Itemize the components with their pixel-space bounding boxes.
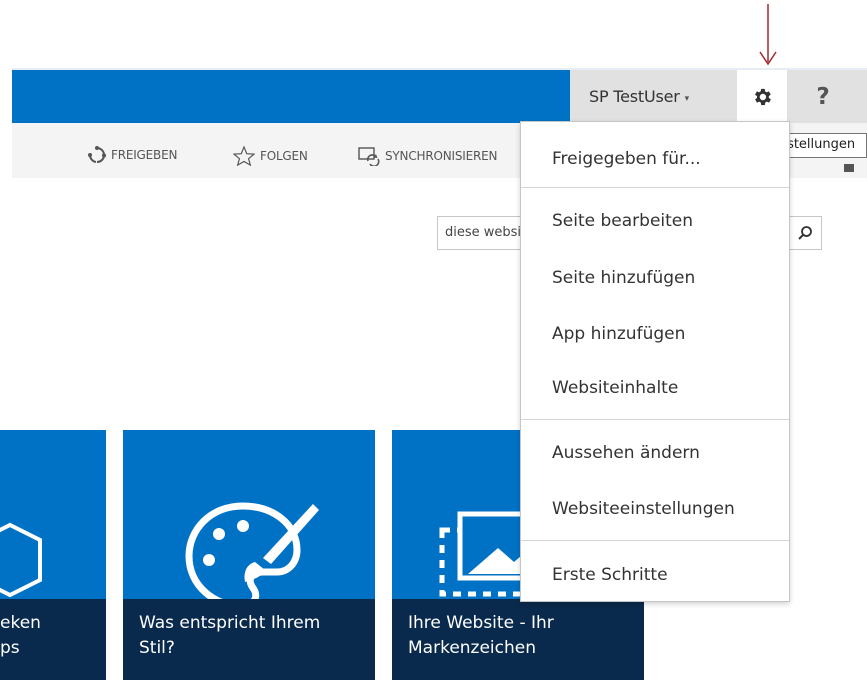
tile-line: Stil? <box>139 638 175 658</box>
tile-line: Markenzeichen <box>408 638 537 658</box>
tile-apps[interactable]: eken ps <box>0 430 106 680</box>
menu-item-edit-page[interactable]: Seite bearbeiten <box>521 201 789 241</box>
follow-label: FOLGEN <box>260 149 308 163</box>
menu-separator <box>521 419 789 420</box>
chevron-down-icon: ▾ <box>684 93 690 104</box>
share-icon <box>88 146 106 164</box>
tile-style[interactable]: Was entspricht Ihrem Stil? <box>123 430 375 680</box>
menu-item-shared-with[interactable]: Freigegeben für... <box>521 139 789 179</box>
star-icon <box>233 146 255 166</box>
menu-item-change-look[interactable]: Aussehen ändern <box>521 433 789 473</box>
sync-button[interactable]: SYNCHRONISIEREN <box>358 146 520 166</box>
search-button[interactable] <box>790 218 820 248</box>
follow-button[interactable]: FOLGEN <box>233 146 308 166</box>
sync-icon <box>358 147 380 166</box>
tile-caption: eken ps <box>0 599 106 680</box>
tile-caption: Was entspricht Ihrem Stil? <box>123 599 375 680</box>
menu-item-add-app[interactable]: App hinzufügen <box>521 314 789 354</box>
share-button[interactable]: FREIGEBEN <box>88 146 177 164</box>
share-label: FREIGEBEN <box>111 148 178 162</box>
apps-icon <box>0 522 42 598</box>
tile-line: ps <box>0 638 20 658</box>
tile-line: Ihre Website - Ihr <box>408 613 554 633</box>
menu-item-site-settings[interactable]: Websiteeinstellungen <box>521 489 789 529</box>
menu-separator <box>521 187 789 188</box>
tile-line: eken <box>0 613 41 633</box>
help-icon: ? <box>816 83 830 110</box>
settings-menu: Freigegeben für... Seite bearbeiten Seit… <box>520 121 790 602</box>
user-menu-button[interactable]: SP TestUser ▾ <box>570 70 737 123</box>
gear-icon <box>755 88 771 105</box>
user-name: SP TestUser <box>589 87 680 106</box>
help-button[interactable]: ? <box>787 70 867 123</box>
menu-item-add-page[interactable]: Seite hinzufügen <box>521 258 789 298</box>
search-icon <box>798 226 812 240</box>
tile-line: Was entspricht Ihrem <box>139 613 321 633</box>
menu-separator <box>521 540 789 541</box>
tile-caption: Ihre Website - Ihr Markenzeichen <box>392 599 644 680</box>
settings-button[interactable] <box>737 70 787 123</box>
focus-icon[interactable] <box>843 160 857 174</box>
menu-item-site-contents[interactable]: Websiteinhalte <box>521 368 789 408</box>
annotation-arrow <box>759 4 777 66</box>
menu-item-getting-started[interactable]: Erste Schritte <box>521 555 789 595</box>
sync-label: SYNCHRONISIEREN <box>385 149 498 163</box>
